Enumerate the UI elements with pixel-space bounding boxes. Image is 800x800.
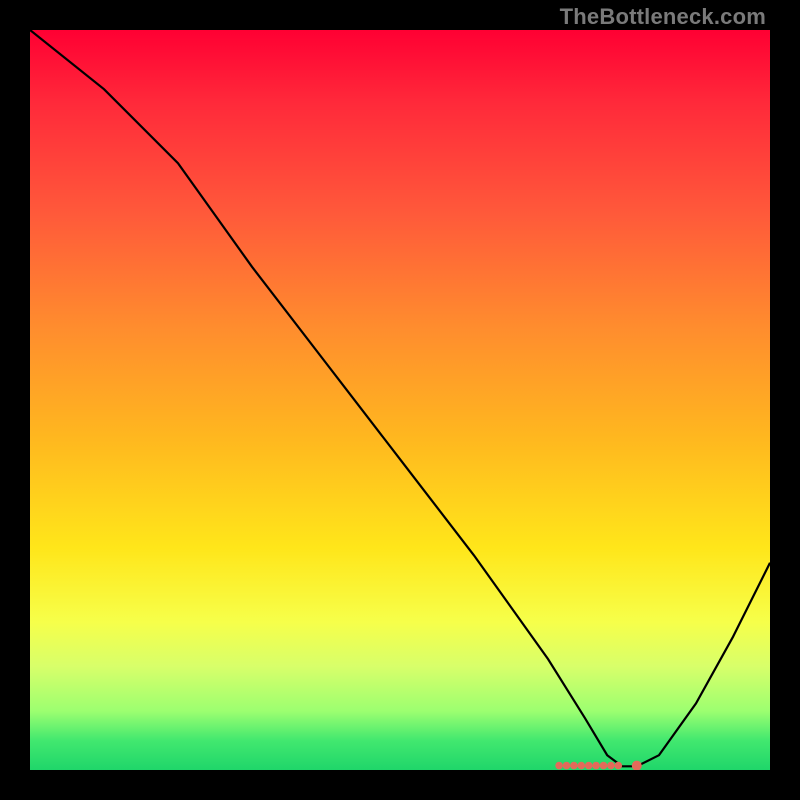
plot-area xyxy=(30,30,770,770)
marker-dot xyxy=(555,762,563,770)
marker-dot xyxy=(563,762,571,770)
attribution-text: TheBottleneck.com xyxy=(560,4,766,30)
marker-dot xyxy=(615,762,623,770)
marker-dot xyxy=(578,762,586,770)
marker-dot xyxy=(585,762,593,770)
marker-dot xyxy=(607,762,615,770)
chart-frame: TheBottleneck.com xyxy=(0,0,800,800)
marker-layer xyxy=(30,30,770,770)
marker-dot xyxy=(592,762,600,770)
marker-dot xyxy=(600,762,608,770)
sample-dots xyxy=(555,761,642,770)
marker-dot xyxy=(632,761,642,770)
marker-dot xyxy=(570,762,578,770)
